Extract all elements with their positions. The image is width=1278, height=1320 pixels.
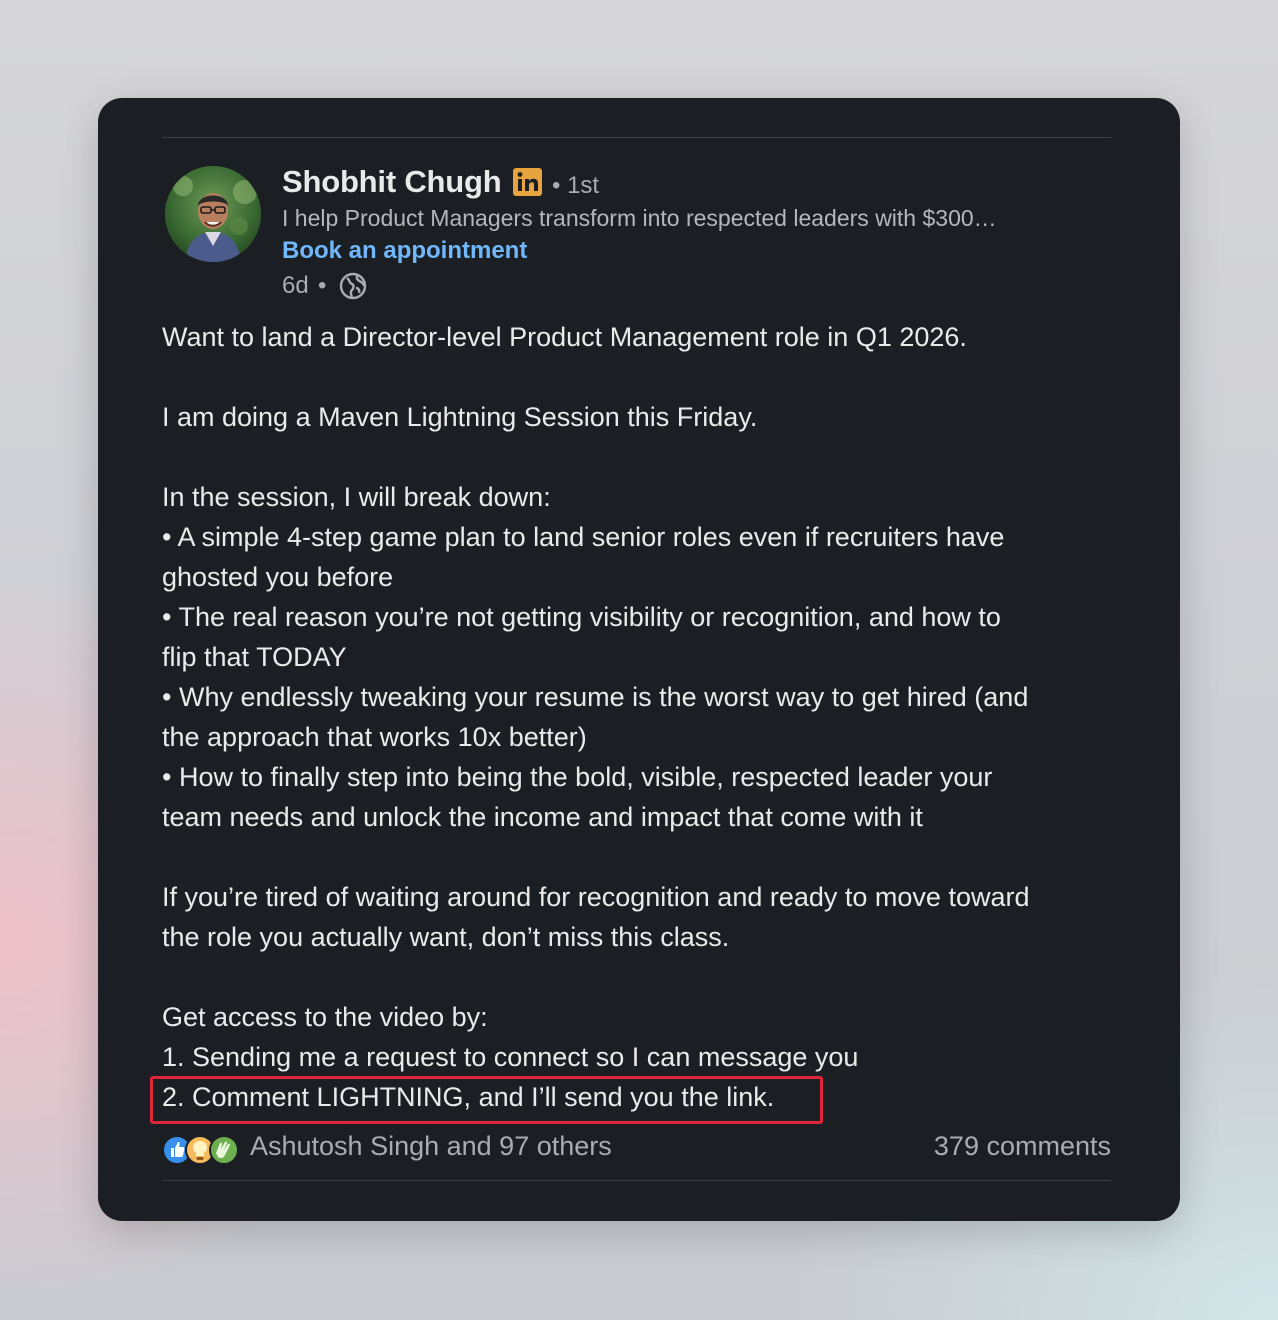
author-headline: I help Product Managers transform into r…	[282, 205, 997, 231]
post-text-line: team needs and unlock the income and imp…	[162, 802, 923, 832]
linkedin-in-icon	[513, 168, 542, 196]
post-text-line: ghosted you before	[162, 562, 394, 592]
post-text-line: the approach that works 10x better)	[162, 722, 587, 752]
post-text-line	[162, 837, 1122, 877]
author-name[interactable]: Shobhit Chugh	[282, 164, 502, 200]
comments-count[interactable]: 379 comments	[934, 1131, 1111, 1162]
divider-top	[162, 137, 1111, 138]
author-avatar[interactable]	[165, 166, 261, 262]
post-text-line: the role you actually want, don’t miss t…	[162, 922, 730, 952]
post-text-line: • The real reason you’re not getting vis…	[162, 602, 1001, 632]
divider-bottom	[162, 1180, 1111, 1181]
reaction-icons[interactable]	[162, 1133, 242, 1167]
post-card: Shobhit Chugh • 1st I help Product Manag…	[98, 98, 1180, 1221]
post-text-line: flip that TODAY	[162, 642, 347, 672]
post-text-line: In the session, I will break down:	[162, 482, 551, 512]
meta-separator: •	[318, 272, 327, 299]
post-text-line: • Why endlessly tweaking your resume is …	[162, 682, 1029, 712]
post-text-line: I am doing a Maven Lightning Session thi…	[162, 402, 758, 432]
avatar-photo-icon	[165, 166, 261, 262]
book-appointment-link[interactable]: Book an appointment	[282, 237, 527, 265]
connection-degree: • 1st	[552, 172, 599, 200]
post-age: 6d	[282, 272, 309, 299]
post-text-line	[162, 437, 1122, 477]
post-text-line: 1. Sending me a request to connect so I …	[162, 1042, 859, 1072]
post-body: Want to land a Director-level Product Ma…	[162, 317, 1122, 1117]
post-text-line: • How to finally step into being the bol…	[162, 762, 993, 792]
degree-separator: •	[552, 172, 561, 199]
post-text-line: Get access to the video by:	[162, 1002, 488, 1032]
post-text-line: Want to land a Director-level Product Ma…	[162, 322, 967, 352]
reactions-summary[interactable]: Ashutosh Singh and 97 others	[250, 1131, 612, 1162]
post-text-line	[162, 357, 1122, 397]
celebrate-icon	[209, 1135, 239, 1165]
connection-degree-label: 1st	[567, 172, 600, 199]
post-text-line: • A simple 4-step game plan to land seni…	[162, 522, 1005, 552]
post-text-line-highlighted: 2. Comment LIGHTNING, and I’ll send you …	[162, 1082, 775, 1112]
globe-icon	[339, 272, 367, 300]
post-text-line: If you’re tired of waiting around for re…	[162, 882, 1030, 912]
post-text-line	[162, 957, 1122, 997]
